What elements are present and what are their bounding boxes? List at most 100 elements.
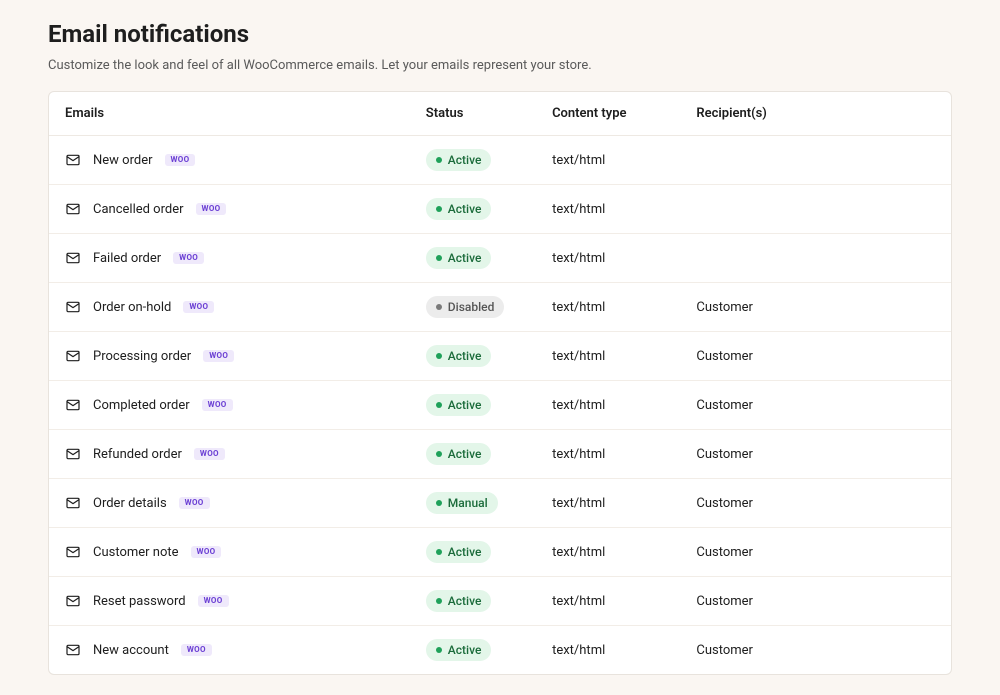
woo-badge-icon: WOO [202, 399, 233, 411]
status-badge: Active [426, 149, 492, 171]
woo-badge-icon: WOO [198, 595, 229, 607]
recipient-value: Customer [680, 283, 951, 332]
content-type-value: text/html [536, 528, 680, 577]
status-badge: Manual [426, 492, 498, 514]
status-label: Manual [448, 496, 488, 510]
mail-icon [65, 299, 81, 315]
status-label: Active [448, 153, 482, 167]
status-badge: Active [426, 394, 492, 416]
table-row[interactable]: Order on-hold WOO Disabled text/html Cus… [49, 283, 951, 332]
mail-icon [65, 348, 81, 364]
status-label: Active [448, 447, 482, 461]
status-label: Active [448, 349, 482, 363]
table-header-row: Emails Status Content type Recipient(s) [49, 92, 951, 136]
woo-badge-icon: WOO [165, 154, 196, 166]
status-badge: Active [426, 345, 492, 367]
email-name: Processing order [93, 349, 191, 364]
recipient-value: Customer [680, 430, 951, 479]
content-type-value: text/html [536, 430, 680, 479]
recipient-value: Customer [680, 626, 951, 675]
recipient-value [680, 234, 951, 283]
content-type-value: text/html [536, 234, 680, 283]
recipient-value: Customer [680, 381, 951, 430]
mail-icon [65, 250, 81, 266]
status-label: Active [448, 594, 482, 608]
status-dot-icon [436, 598, 442, 604]
table-row[interactable]: New account WOO Active text/html Custome… [49, 626, 951, 675]
table-row[interactable]: Failed order WOO Active text/html [49, 234, 951, 283]
status-label: Active [448, 202, 482, 216]
table-row[interactable]: Order details WOO Manual text/html Custo… [49, 479, 951, 528]
email-name: Order details [93, 496, 167, 511]
content-type-value: text/html [536, 381, 680, 430]
column-header-status: Status [410, 92, 536, 136]
email-table: Emails Status Content type Recipient(s) … [48, 91, 952, 675]
status-badge: Active [426, 590, 492, 612]
status-badge: Active [426, 639, 492, 661]
recipient-value [680, 185, 951, 234]
status-label: Active [448, 545, 482, 559]
table-row[interactable]: Refunded order WOO Active text/html Cust… [49, 430, 951, 479]
table-row[interactable]: Processing order WOO Active text/html Cu… [49, 332, 951, 381]
status-dot-icon [436, 353, 442, 359]
status-dot-icon [436, 157, 442, 163]
mail-icon [65, 593, 81, 609]
status-dot-icon [436, 451, 442, 457]
status-dot-icon [436, 255, 442, 261]
email-name: Reset password [93, 594, 186, 609]
email-name: New account [93, 643, 169, 658]
content-type-value: text/html [536, 283, 680, 332]
content-type-value: text/html [536, 626, 680, 675]
email-name: Completed order [93, 398, 190, 413]
table-row[interactable]: Customer note WOO Active text/html Custo… [49, 528, 951, 577]
recipient-value: Customer [680, 577, 951, 626]
content-type-value: text/html [536, 332, 680, 381]
mail-icon [65, 446, 81, 462]
recipient-value: Customer [680, 479, 951, 528]
content-type-value: text/html [536, 479, 680, 528]
mail-icon [65, 495, 81, 511]
status-badge: Active [426, 443, 492, 465]
woo-badge-icon: WOO [203, 350, 234, 362]
recipient-value [680, 136, 951, 185]
woo-badge-icon: WOO [181, 644, 212, 656]
table-row[interactable]: Completed order WOO Active text/html Cus… [49, 381, 951, 430]
status-badge: Active [426, 541, 492, 563]
woo-badge-icon: WOO [196, 203, 227, 215]
status-label: Active [448, 643, 482, 657]
status-dot-icon [436, 500, 442, 506]
email-name: Customer note [93, 545, 179, 560]
content-type-value: text/html [536, 136, 680, 185]
page-subtitle: Customize the look and feel of all WooCo… [48, 58, 952, 73]
mail-icon [65, 152, 81, 168]
status-dot-icon [436, 549, 442, 555]
email-name: Order on-hold [93, 300, 171, 315]
mail-icon [65, 201, 81, 217]
email-name: Failed order [93, 251, 161, 266]
status-dot-icon [436, 206, 442, 212]
status-badge: Active [426, 198, 492, 220]
table-row[interactable]: Reset password WOO Active text/html Cust… [49, 577, 951, 626]
woo-badge-icon: WOO [179, 497, 210, 509]
content-type-value: text/html [536, 185, 680, 234]
woo-badge-icon: WOO [191, 546, 222, 558]
table-row[interactable]: New order WOO Active text/html [49, 136, 951, 185]
recipient-value: Customer [680, 332, 951, 381]
status-dot-icon [436, 402, 442, 408]
page-title: Email notifications [48, 20, 952, 48]
column-header-recipients: Recipient(s) [680, 92, 951, 136]
column-header-content-type: Content type [536, 92, 680, 136]
status-dot-icon [436, 647, 442, 653]
status-label: Active [448, 398, 482, 412]
table-row[interactable]: Cancelled order WOO Active text/html [49, 185, 951, 234]
column-header-emails: Emails [49, 92, 410, 136]
content-type-value: text/html [536, 577, 680, 626]
status-label: Disabled [448, 300, 495, 314]
email-name: New order [93, 153, 153, 168]
mail-icon [65, 397, 81, 413]
mail-icon [65, 544, 81, 560]
status-label: Active [448, 251, 482, 265]
woo-badge-icon: WOO [183, 301, 214, 313]
status-dot-icon [436, 304, 442, 310]
woo-badge-icon: WOO [173, 252, 204, 264]
